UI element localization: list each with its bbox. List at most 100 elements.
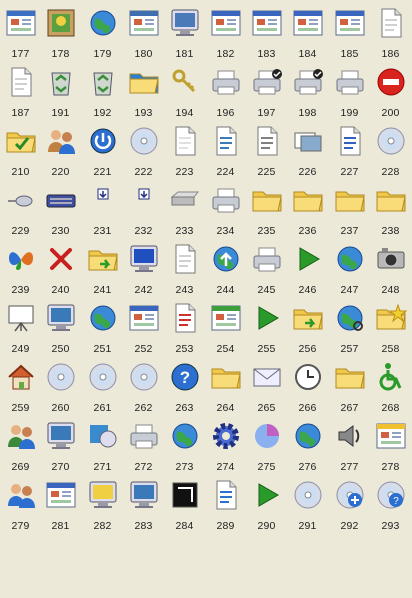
check-document-icon bbox=[168, 301, 202, 335]
icon-cell: 249 bbox=[0, 295, 41, 355]
icon-cell: 278 bbox=[370, 413, 411, 473]
monitor-resize-icon bbox=[127, 242, 161, 276]
clock-arrow-icon bbox=[291, 360, 325, 394]
icon-cell: 260 bbox=[40, 354, 81, 414]
network-globe-icon bbox=[168, 419, 202, 453]
icon-cell: 264 bbox=[205, 354, 246, 414]
dark-frame-icon bbox=[168, 478, 202, 512]
icon-cell: 237 bbox=[329, 177, 370, 237]
icon-cell: 251 bbox=[82, 295, 123, 355]
icon-cell: 238 bbox=[370, 177, 411, 237]
icon-number-label: 283 bbox=[134, 520, 153, 532]
help-icon: ? bbox=[168, 360, 202, 394]
globe-upload-icon bbox=[209, 242, 243, 276]
folder-open-icon bbox=[333, 360, 367, 394]
icon-cell: 194 bbox=[164, 59, 205, 119]
icon-cell: 256 bbox=[287, 295, 328, 355]
accessibility-icon bbox=[374, 360, 408, 394]
icon-cell: 226 bbox=[287, 118, 328, 178]
keyboard-icon bbox=[44, 183, 78, 217]
disc-clock-icon bbox=[44, 360, 78, 394]
icon-cell: 248 bbox=[370, 236, 411, 296]
keyboard-monitor-icon bbox=[127, 478, 161, 512]
globe-folder-icon bbox=[127, 65, 161, 99]
small-arrow-down-icon bbox=[86, 183, 120, 217]
icon-cell: 272 bbox=[123, 413, 164, 473]
copy-documents-icon bbox=[168, 242, 202, 276]
icon-cell: 250 bbox=[40, 295, 81, 355]
window-app-icon bbox=[291, 6, 325, 40]
icon-cell: 222 bbox=[123, 118, 164, 178]
icon-cell: 269 bbox=[0, 413, 41, 473]
icon-cell: 242 bbox=[123, 236, 164, 296]
folder-icon bbox=[209, 360, 243, 394]
icon-cell: 275 bbox=[246, 413, 287, 473]
icon-cell: 192 bbox=[82, 59, 123, 119]
icon-cell: ? 263 bbox=[164, 354, 205, 414]
icon-cell: 232 bbox=[123, 177, 164, 237]
icon-cell: 210 bbox=[0, 118, 41, 178]
folder-open-icon bbox=[291, 183, 325, 217]
icon-cell: 254 bbox=[205, 295, 246, 355]
icon-cell: 228 bbox=[370, 118, 411, 178]
mouse-icon bbox=[4, 183, 38, 217]
icon-cell: 229 bbox=[0, 177, 41, 237]
network-scanner-check-icon bbox=[291, 65, 325, 99]
icon-cell: 252 bbox=[123, 295, 164, 355]
icon-cell: 230 bbox=[40, 177, 81, 237]
icon-cell: 197 bbox=[246, 59, 287, 119]
disc-refresh-icon bbox=[127, 360, 161, 394]
icon-cell: 225 bbox=[246, 118, 287, 178]
icon-cell: 221 bbox=[82, 118, 123, 178]
svg-text:?: ? bbox=[179, 368, 189, 387]
icon-cell: 196 bbox=[205, 59, 246, 119]
icon-cell: 292 bbox=[329, 472, 370, 532]
window-settings-icon bbox=[4, 6, 38, 40]
printer-icon bbox=[250, 242, 284, 276]
film-document-icon bbox=[209, 124, 243, 158]
icon-cell: 259 bbox=[0, 354, 41, 414]
icon-cell: 277 bbox=[329, 413, 370, 473]
document-sparkle-icon bbox=[4, 65, 38, 99]
icon-cell: 262 bbox=[123, 354, 164, 414]
cd-music-icon bbox=[374, 124, 408, 158]
documents-icon bbox=[168, 124, 202, 158]
icon-cell: 233 bbox=[164, 177, 205, 237]
folder-open-icon bbox=[374, 183, 408, 217]
icon-cell: 199 bbox=[329, 59, 370, 119]
disc-plus-icon bbox=[333, 478, 367, 512]
printer-error-icon bbox=[209, 183, 243, 217]
icon-cell: 187 bbox=[0, 59, 41, 119]
music-document-icon bbox=[250, 124, 284, 158]
icon-cell: 200 bbox=[370, 59, 411, 119]
icon-cell: 283 bbox=[123, 472, 164, 532]
icon-cell: 183 bbox=[246, 0, 287, 60]
window-app-icon bbox=[250, 6, 284, 40]
programs-icon bbox=[86, 419, 120, 453]
icon-cell: 289 bbox=[205, 472, 246, 532]
monitor-paint-icon bbox=[44, 419, 78, 453]
icon-number-label: 292 bbox=[340, 520, 359, 532]
drive-icon bbox=[168, 183, 202, 217]
icon-cell: 268 bbox=[370, 354, 411, 414]
icon-cell: 182 bbox=[205, 0, 246, 60]
icon-cell: 184 bbox=[287, 0, 328, 60]
small-arrow-down-icon bbox=[127, 183, 161, 217]
green-arrow-icon bbox=[250, 301, 284, 335]
folder-star-icon bbox=[374, 301, 408, 335]
disc-icon bbox=[86, 360, 120, 394]
photos-icon bbox=[291, 124, 325, 158]
icon-cell: 284 bbox=[164, 472, 205, 532]
dvd-icon bbox=[127, 124, 161, 158]
icon-cell: 266 bbox=[287, 354, 328, 414]
icon-cell: 267 bbox=[329, 354, 370, 414]
keys-icon bbox=[168, 65, 202, 99]
scanner-check-icon bbox=[250, 65, 284, 99]
icon-cell: 180 bbox=[123, 0, 164, 60]
icon-cell: 271 bbox=[82, 413, 123, 473]
icon-number-label: 293 bbox=[381, 520, 400, 532]
folder-check-icon bbox=[4, 124, 38, 158]
icon-cell: 270 bbox=[40, 413, 81, 473]
monitor-pen-icon bbox=[44, 301, 78, 335]
users-group-icon bbox=[4, 478, 38, 512]
